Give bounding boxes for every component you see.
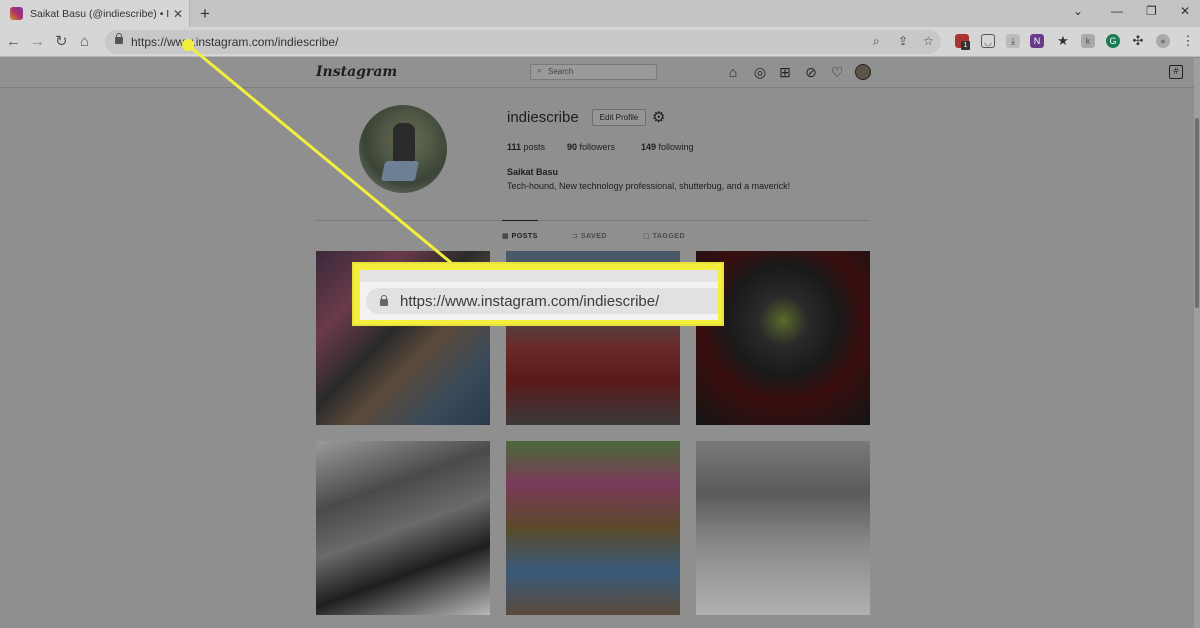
forward-icon[interactable]: → — [30, 33, 45, 51]
tabs-divider — [316, 220, 870, 221]
tab-saved[interactable]: ⊐ SAVED — [572, 232, 607, 240]
k-extension-icon[interactable]: k — [1081, 34, 1095, 48]
active-tab-indicator — [502, 220, 538, 221]
grid-icon: ▦ — [502, 233, 510, 240]
callout-zoomed-addressbar: https://www.instagram.com/indiescribe/ — [360, 270, 718, 320]
restore-icon[interactable]: ❐ — [1146, 4, 1157, 18]
followers-count: 90 — [567, 142, 578, 152]
instagram-favicon-icon — [10, 7, 23, 20]
profile-avatar[interactable] — [359, 105, 447, 193]
following-label: following — [658, 142, 694, 152]
bookmark-icon: ⊐ — [572, 233, 579, 240]
minimize-icon[interactable]: — — [1111, 4, 1123, 18]
callout-tabstrip-fragment — [360, 270, 718, 282]
menu-kebab-icon[interactable]: ⋮ — [1181, 34, 1195, 48]
callout-address-bar: https://www.instagram.com/indiescribe/ — [366, 288, 718, 314]
home-icon[interactable]: ⌂ — [80, 33, 89, 51]
browser-tab[interactable]: Saikat Basu (@indiescribe) • Insta ✕ — [0, 0, 190, 27]
instagram-header: Instagram ⌕ Search — [0, 58, 1194, 88]
tab-title: Saikat Basu (@indiescribe) • Insta — [30, 7, 169, 20]
tab-search-icon[interactable]: ⌄ — [1073, 4, 1083, 18]
extension-badge: 1 — [961, 41, 970, 50]
avatar-person-shape — [393, 123, 415, 163]
instagram-logo[interactable]: Instagram — [316, 64, 397, 80]
profile-bio: Tech-hound, New technology professional,… — [507, 181, 791, 191]
lock-icon — [380, 295, 388, 306]
activity-heart-icon[interactable]: ♡ — [829, 64, 845, 80]
posts-stat: 111 posts — [507, 142, 545, 152]
star-extension-icon[interactable]: ★ — [1056, 34, 1070, 48]
search-icon: ⌕ — [537, 66, 542, 75]
lock-icon — [115, 33, 123, 44]
new-tab-icon[interactable]: + — [200, 4, 210, 24]
share-icon[interactable]: ⇪ — [898, 34, 908, 48]
profile-username: indiescribe — [507, 109, 579, 126]
download-extension-icon[interactable]: ⤓ — [1006, 34, 1020, 48]
scrollbar-thumb[interactable] — [1195, 118, 1199, 308]
close-window-icon[interactable]: ✕ — [1180, 4, 1190, 18]
extension-red-icon[interactable]: 1 — [955, 34, 970, 50]
extensions-puzzle-icon[interactable]: ✣ — [1131, 34, 1145, 48]
edit-profile-button[interactable]: Edit Profile — [592, 109, 646, 126]
tab-posts-label: POSTS — [511, 233, 538, 240]
url-callout: https://www.instagram.com/indiescribe/ — [352, 262, 724, 326]
profile-avatar-icon[interactable]: ● — [1156, 34, 1170, 48]
following-stat[interactable]: 149 following — [641, 142, 694, 152]
tab-posts[interactable]: ▦ POSTS — [502, 232, 538, 240]
avatar-legs-shape — [380, 161, 420, 181]
explore-icon[interactable]: ⊘ — [803, 64, 819, 80]
profile-full-name: Saikat Basu — [507, 167, 559, 177]
nav-avatar[interactable] — [855, 64, 871, 80]
posts-count: 111 — [507, 142, 522, 152]
messenger-icon[interactable]: ◎ — [752, 64, 768, 80]
settings-gear-icon[interactable]: ⚙ — [652, 108, 665, 126]
grammarly-icon[interactable]: G — [1106, 34, 1120, 48]
back-icon[interactable]: ← — [6, 33, 21, 51]
scrollbar[interactable] — [1194, 58, 1200, 628]
address-bar[interactable]: https://www.instagram.com/indiescribe/ ⌕… — [105, 30, 941, 54]
following-count: 149 — [641, 142, 657, 152]
pocket-icon[interactable]: ◡ — [981, 34, 995, 48]
new-post-icon[interactable]: ⊞ — [777, 64, 793, 80]
reload-icon[interactable]: ↻ — [55, 33, 68, 51]
search-input[interactable]: ⌕ Search — [530, 64, 657, 80]
tab-tagged[interactable]: ▢ TAGGED — [643, 232, 685, 240]
home-icon[interactable]: ⌂ — [725, 64, 741, 80]
posts-label: posts — [523, 142, 546, 152]
onenote-icon[interactable]: N — [1030, 34, 1044, 48]
close-tab-icon[interactable]: ✕ — [173, 7, 183, 21]
address-url[interactable]: https://www.instagram.com/indiescribe/ — [131, 35, 338, 49]
tab-tagged-label: TAGGED — [652, 233, 686, 240]
post-thumbnail[interactable] — [696, 441, 870, 615]
tab-strip: Saikat Basu (@indiescribe) • Insta ✕ + ⌄… — [0, 0, 1200, 27]
post-thumbnail[interactable] — [316, 441, 490, 615]
followers-label: followers — [579, 142, 616, 152]
hashtag-extension-icon[interactable]: # — [1169, 65, 1183, 79]
tab-saved-label: SAVED — [580, 233, 607, 240]
zoom-icon[interactable]: ⌕ — [873, 34, 880, 49]
post-thumbnail[interactable] — [506, 441, 680, 615]
bookmark-star-icon[interactable]: ☆ — [923, 34, 934, 48]
browser-toolbar: ← → ↻ ⌂ https://www.instagram.com/indies… — [0, 27, 1200, 57]
followers-stat[interactable]: 90 followers — [567, 142, 615, 152]
search-placeholder: Search — [548, 67, 574, 76]
tag-icon: ▢ — [643, 233, 651, 240]
callout-url: https://www.instagram.com/indiescribe/ — [400, 293, 660, 310]
